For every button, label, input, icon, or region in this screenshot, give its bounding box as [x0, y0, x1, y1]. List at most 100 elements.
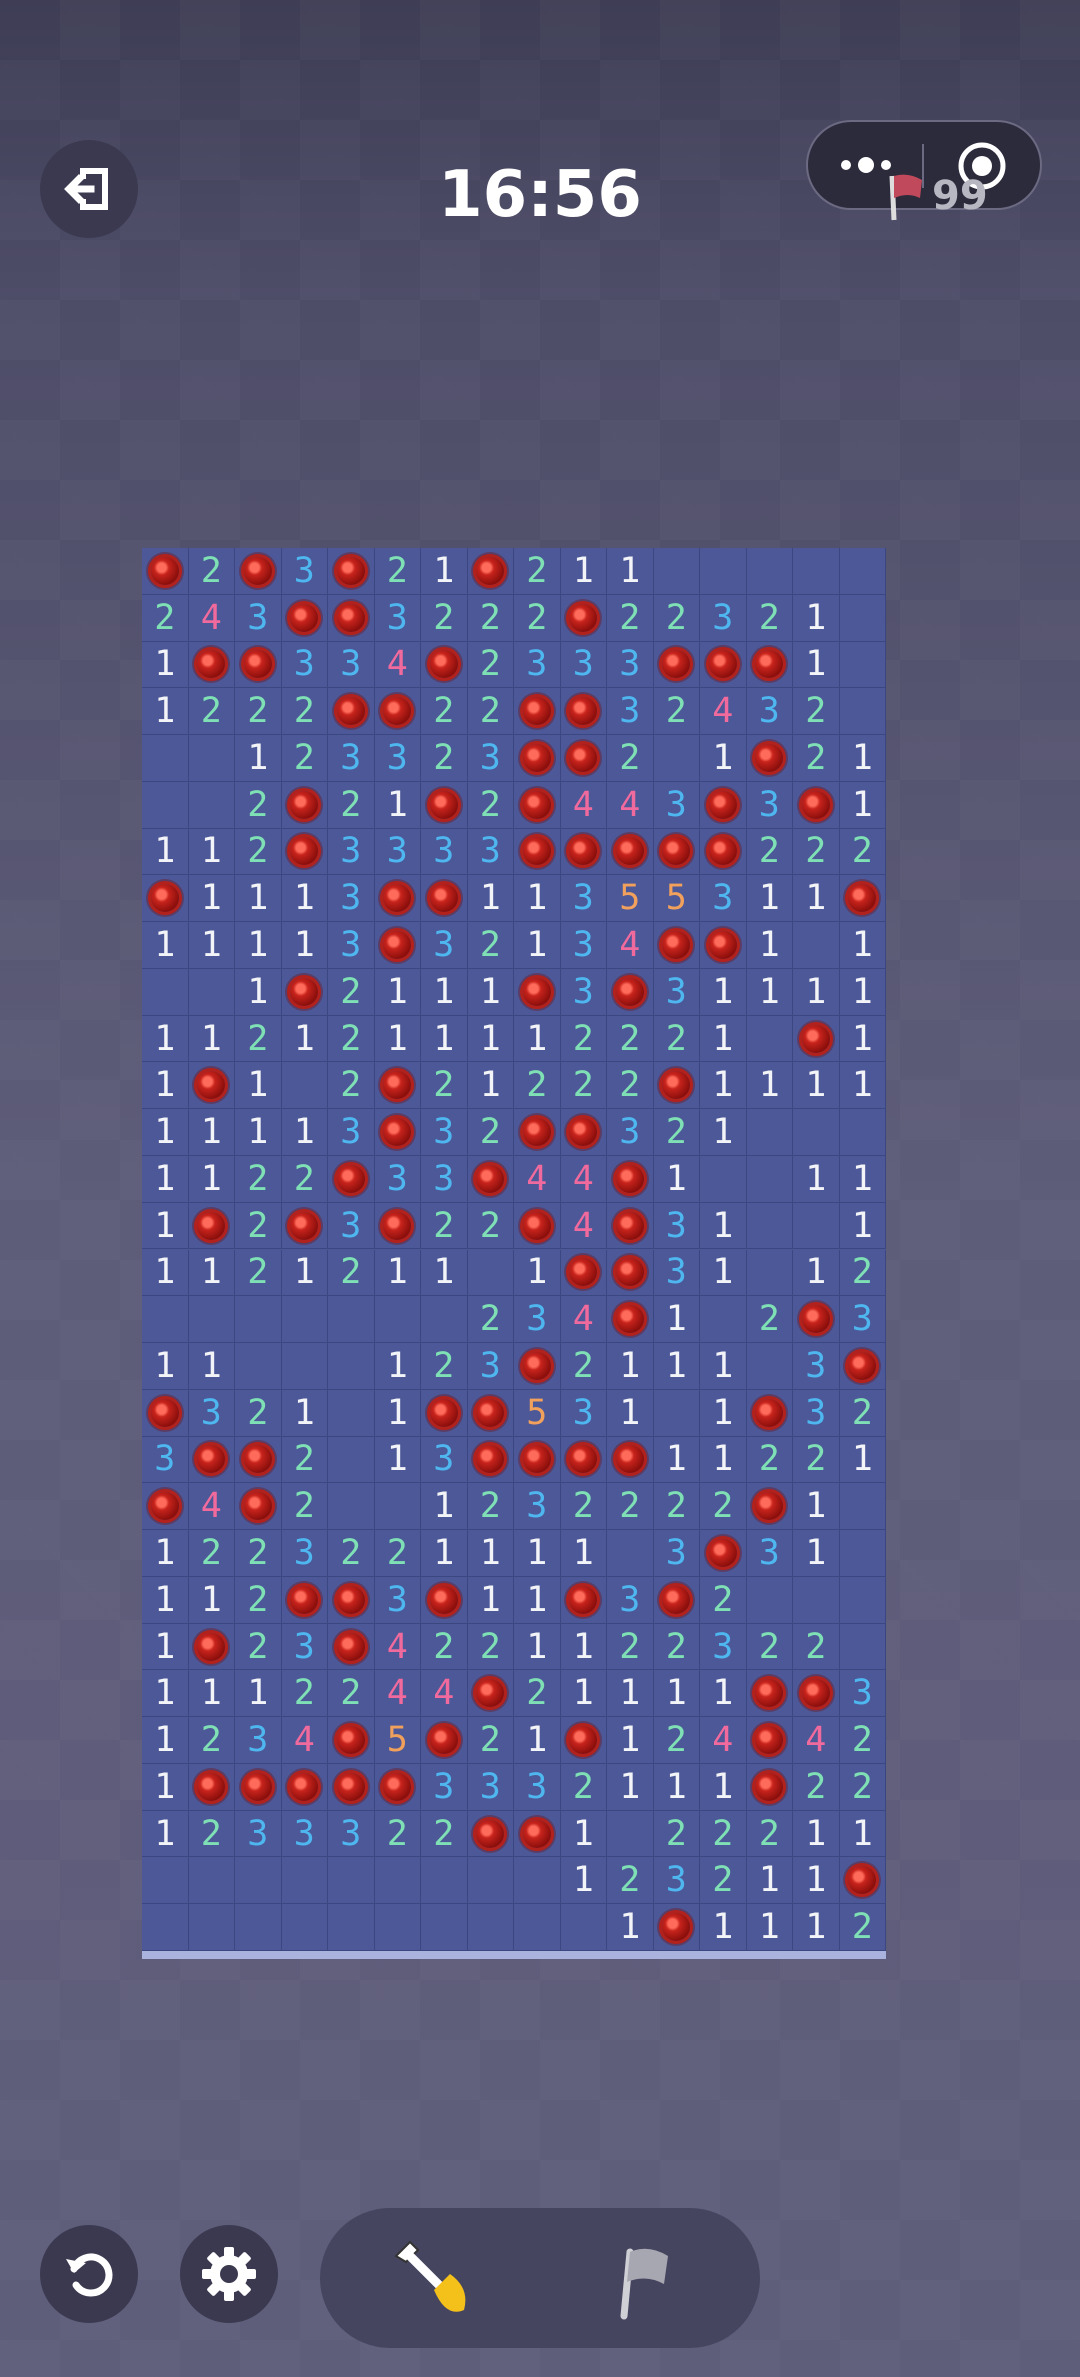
board-cell[interactable]: [467, 1904, 514, 1951]
board-cell[interactable]: 1: [514, 1576, 561, 1624]
board-cell[interactable]: 1: [514, 1623, 561, 1671]
board-cell[interactable]: 2: [793, 1436, 840, 1484]
flag-tool-button[interactable]: [610, 2238, 690, 2322]
board-cell[interactable]: [653, 922, 700, 969]
board-cell[interactable]: [514, 1904, 561, 1951]
board-cell[interactable]: [793, 781, 840, 829]
board-cell[interactable]: [560, 1717, 607, 1764]
board-cell[interactable]: 1: [793, 1857, 840, 1905]
board-cell[interactable]: [839, 1857, 886, 1905]
board-cell[interactable]: 3: [839, 1296, 886, 1344]
board-cell[interactable]: 3: [281, 1810, 328, 1858]
board-cell[interactable]: 1: [188, 1015, 235, 1063]
board-cell[interactable]: 2: [607, 1062, 654, 1110]
board-cell[interactable]: [607, 1202, 654, 1250]
board-cell[interactable]: [560, 1436, 607, 1484]
board-cell[interactable]: 2: [328, 1530, 375, 1577]
board-cell[interactable]: [793, 1296, 840, 1344]
board-cell[interactable]: [560, 594, 607, 642]
board-cell[interactable]: 2: [235, 1015, 282, 1063]
board-cell[interactable]: 1: [514, 1717, 561, 1764]
board-cell[interactable]: 3: [793, 1343, 840, 1390]
board-cell[interactable]: 2: [235, 1155, 282, 1203]
board-cell[interactable]: [281, 1857, 328, 1905]
board-cell[interactable]: 2: [421, 1343, 468, 1390]
board-cell[interactable]: [560, 735, 607, 782]
board-cell[interactable]: 1: [142, 1530, 189, 1577]
board-cell[interactable]: [281, 828, 328, 876]
board-cell[interactable]: [746, 1763, 793, 1811]
board-cell[interactable]: 1: [700, 1015, 747, 1063]
board-cell[interactable]: 2: [421, 1202, 468, 1250]
board-cell[interactable]: 1: [793, 594, 840, 642]
board-cell[interactable]: 4: [607, 922, 654, 969]
board-cell[interactable]: 3: [653, 781, 700, 829]
board-cell[interactable]: [142, 548, 189, 595]
board-cell[interactable]: 5: [514, 1389, 561, 1437]
board-cell[interactable]: 1: [793, 1062, 840, 1110]
board-cell[interactable]: 1: [421, 1249, 468, 1297]
board-cell[interactable]: [188, 1202, 235, 1250]
board-cell[interactable]: 1: [607, 1763, 654, 1811]
board-cell[interactable]: [839, 1530, 886, 1577]
board-cell[interactable]: 1: [188, 1576, 235, 1624]
board-cell[interactable]: 2: [793, 1623, 840, 1671]
board-cell[interactable]: [281, 968, 328, 1016]
board-cell[interactable]: 2: [746, 1810, 793, 1858]
board-cell[interactable]: 2: [467, 594, 514, 642]
board-cell[interactable]: [188, 1436, 235, 1484]
board-cell[interactable]: 3: [328, 641, 375, 689]
board-cell[interactable]: [514, 1343, 561, 1390]
board-cell[interactable]: 3: [467, 828, 514, 876]
board-cell[interactable]: [514, 1810, 561, 1858]
board-cell[interactable]: [142, 1904, 189, 1951]
board-cell[interactable]: 5: [653, 875, 700, 923]
board-cell[interactable]: 1: [281, 1389, 328, 1437]
board-cell[interactable]: [188, 1904, 235, 1951]
board-cell[interactable]: 1: [421, 1015, 468, 1063]
board-cell[interactable]: 4: [281, 1717, 328, 1764]
board-cell[interactable]: [374, 1109, 421, 1156]
board-cell[interactable]: 2: [653, 688, 700, 736]
board-cell[interactable]: 2: [653, 1109, 700, 1156]
board-cell[interactable]: 3: [235, 1810, 282, 1858]
board-cell[interactable]: [839, 1483, 886, 1531]
board-cell[interactable]: 1: [142, 1155, 189, 1203]
board-cell[interactable]: 1: [793, 1155, 840, 1203]
board-cell[interactable]: 3: [839, 1670, 886, 1718]
board-cell[interactable]: [188, 735, 235, 782]
board-cell[interactable]: 2: [653, 1015, 700, 1063]
board-cell[interactable]: [188, 641, 235, 689]
board-cell[interactable]: 1: [142, 1249, 189, 1297]
board-cell[interactable]: [328, 1343, 375, 1390]
board-cell[interactable]: [653, 641, 700, 689]
board-cell[interactable]: 3: [607, 1109, 654, 1156]
board-cell[interactable]: 2: [607, 1857, 654, 1905]
board-cell[interactable]: 2: [188, 688, 235, 736]
board-cell[interactable]: 2: [514, 1062, 561, 1110]
board-cell[interactable]: [793, 1670, 840, 1718]
board-cell[interactable]: [560, 1249, 607, 1297]
board-cell[interactable]: 2: [188, 1810, 235, 1858]
board-cell[interactable]: 2: [374, 548, 421, 595]
board-cell[interactable]: 3: [560, 641, 607, 689]
board-cell[interactable]: 3: [421, 1763, 468, 1811]
board-cell[interactable]: 2: [514, 594, 561, 642]
board-cell[interactable]: [328, 1904, 375, 1951]
board-cell[interactable]: [235, 548, 282, 595]
board-cell[interactable]: [328, 1155, 375, 1203]
board-cell[interactable]: 1: [560, 1857, 607, 1905]
board-cell[interactable]: [514, 828, 561, 876]
board-cell[interactable]: 4: [560, 1202, 607, 1250]
board-cell[interactable]: 1: [746, 1062, 793, 1110]
board-cell[interactable]: [235, 1483, 282, 1531]
board-cell[interactable]: 5: [607, 875, 654, 923]
board-cell[interactable]: 1: [700, 1109, 747, 1156]
board-cell[interactable]: 1: [374, 1343, 421, 1390]
board-cell[interactable]: [281, 1576, 328, 1624]
board-cell[interactable]: 2: [839, 1763, 886, 1811]
board-cell[interactable]: 2: [188, 1530, 235, 1577]
board-cell[interactable]: 2: [560, 1062, 607, 1110]
board-cell[interactable]: 4: [188, 1483, 235, 1531]
board-cell[interactable]: [514, 1109, 561, 1156]
